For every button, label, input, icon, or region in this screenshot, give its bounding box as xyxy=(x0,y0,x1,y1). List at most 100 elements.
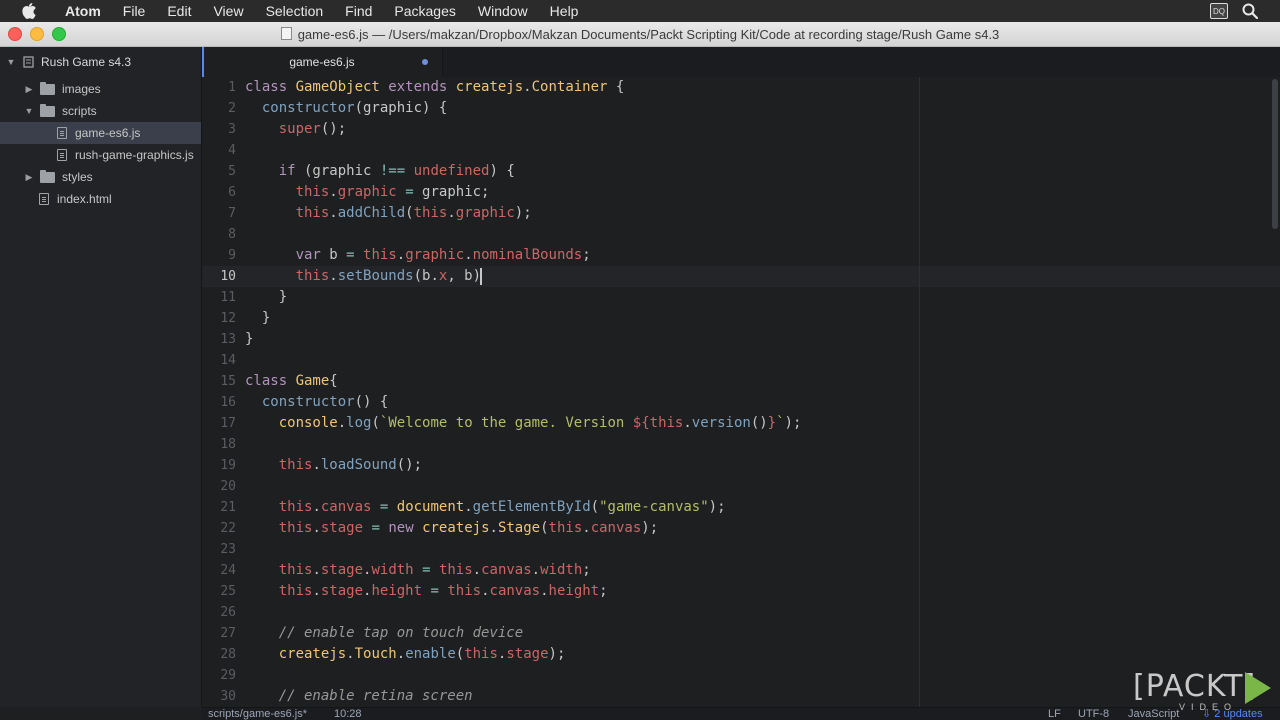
menu-help[interactable]: Help xyxy=(539,0,590,22)
wrap-guide xyxy=(919,77,920,707)
code-token: addChild xyxy=(337,205,406,221)
status-cursor-position[interactable]: 10:28 xyxy=(334,708,362,720)
code-token: { xyxy=(607,79,625,95)
menu-find[interactable]: Find xyxy=(334,0,383,22)
code-line[interactable]: constructor(graphic) { xyxy=(245,98,447,119)
vertical-scrollbar[interactable] xyxy=(1270,77,1280,707)
code-token: (graphic) { xyxy=(354,100,448,116)
line-number: 17 xyxy=(220,416,236,431)
code-token: stage xyxy=(320,520,364,536)
status-encoding[interactable]: UTF-8 xyxy=(1078,708,1109,720)
tree-folder-images[interactable]: ▶ images xyxy=(0,78,201,100)
modified-indicator-icon[interactable] xyxy=(422,59,428,65)
menu-atom[interactable]: Atom xyxy=(54,0,112,22)
spotlight-search-icon[interactable] xyxy=(1242,3,1258,19)
code-token: ( xyxy=(590,499,600,515)
code-line[interactable]: this.graphic = graphic; xyxy=(245,182,490,203)
code-token: stage xyxy=(320,562,364,578)
scrollbar-thumb[interactable] xyxy=(1272,79,1278,229)
code-line[interactable]: this.canvas = document.getElementById("g… xyxy=(245,497,726,518)
code-editor[interactable]: 1 2 3 4 5 6 7 8 9 10 11 12 13 14 15 16 1… xyxy=(202,77,1280,707)
code-token: ( xyxy=(455,646,465,662)
code-token: ( xyxy=(405,205,414,221)
status-file-path[interactable]: scripts/game-es6.js* xyxy=(208,708,307,720)
code-token: constructor xyxy=(261,394,355,410)
menu-view[interactable]: View xyxy=(202,0,254,22)
dq-status-icon[interactable]: DQ xyxy=(1210,3,1228,19)
status-bar: scripts/game-es6.js* 10:28 LF UTF-8 Java… xyxy=(202,707,1280,720)
menu-packages[interactable]: Packages xyxy=(383,0,466,22)
menu-edit[interactable]: Edit xyxy=(156,0,202,22)
line-number-gutter[interactable]: 1 2 3 4 5 6 7 8 9 10 11 12 13 14 15 16 1… xyxy=(202,77,236,707)
code-line[interactable]: this.stage.width = this.canvas.width; xyxy=(245,560,591,581)
code-line[interactable]: this.setBounds(b.x, b) xyxy=(245,266,481,287)
tree-file-game-es6[interactable]: game-es6.js xyxy=(0,122,201,144)
code-token: createjs xyxy=(422,520,490,536)
line-number: 28 xyxy=(220,647,236,662)
folder-open-icon xyxy=(40,103,55,117)
code-token: this xyxy=(363,247,397,263)
code-token: getElementById xyxy=(472,499,591,515)
code-line[interactable]: // enable retina screen xyxy=(245,686,473,707)
status-line-ending[interactable]: LF xyxy=(1048,708,1061,720)
code-line[interactable]: if (graphic !== undefined) { xyxy=(245,161,515,182)
code-line[interactable]: createjs.Touch.enable(this.stage); xyxy=(245,644,566,665)
tree-file-rush-game-graphics[interactable]: rush-game-graphics.js xyxy=(0,144,201,166)
code-line[interactable]: } xyxy=(245,287,287,308)
code-line[interactable]: } xyxy=(245,329,253,350)
zoom-window-button[interactable] xyxy=(52,27,66,41)
code-token: graphic xyxy=(455,205,515,221)
code-line[interactable]: this.loadSound(); xyxy=(245,455,422,476)
code-token: constructor xyxy=(261,100,355,116)
code-token: ); xyxy=(708,499,726,515)
tree-file-index-html[interactable]: index.html xyxy=(0,188,201,210)
tree-label: images xyxy=(62,82,101,96)
tree-project-root[interactable]: ▼ Rush Game s4.3 xyxy=(0,51,201,73)
apple-icon[interactable] xyxy=(20,2,38,20)
code-line[interactable]: } xyxy=(245,308,270,329)
text-cursor xyxy=(480,268,482,285)
code-line[interactable]: this.addChild(this.graphic); xyxy=(245,203,532,224)
line-number: 23 xyxy=(220,542,236,557)
line-number: 7 xyxy=(228,206,236,221)
menu-window[interactable]: Window xyxy=(467,0,539,22)
code-token: height xyxy=(548,583,600,599)
code-token: . xyxy=(540,583,549,599)
code-line[interactable]: // enable tap on touch device xyxy=(245,623,523,644)
code-token: . xyxy=(582,520,591,536)
menu-selection[interactable]: Selection xyxy=(255,0,335,22)
tree-folder-scripts[interactable]: ▼ scripts xyxy=(0,100,201,122)
chevron-down-icon: ▼ xyxy=(6,57,16,67)
code-token: version xyxy=(691,415,751,431)
code-token: "game-canvas" xyxy=(599,499,709,515)
folder-icon xyxy=(40,169,55,183)
chevron-down-icon: ▼ xyxy=(24,106,34,116)
code-token: // enable retina screen xyxy=(245,688,473,704)
tree-folder-styles[interactable]: ▶ styles xyxy=(0,166,201,188)
line-number: 30 xyxy=(220,689,236,704)
minimize-window-button[interactable] xyxy=(30,27,44,41)
line-number: 3 xyxy=(228,122,236,137)
code-line[interactable]: this.stage.height = this.canvas.height; xyxy=(245,581,608,602)
close-window-button[interactable] xyxy=(8,27,22,41)
packt-video-watermark: [PACKT] VIDEO xyxy=(1133,668,1273,716)
code-line[interactable]: super(); xyxy=(245,119,346,140)
tree-label: rush-game-graphics.js xyxy=(75,148,194,162)
code-token: (graphic xyxy=(295,163,380,179)
code-line[interactable]: class GameObject extends createjs.Contai… xyxy=(245,77,624,98)
code-line[interactable]: class Game{ xyxy=(245,371,338,392)
code-line[interactable]: constructor() { xyxy=(245,392,388,413)
tree-label: game-es6.js xyxy=(75,126,141,140)
code-line[interactable]: console.log(`Welcome to the game. Versio… xyxy=(245,413,802,434)
code-line[interactable]: var b = this.graphic.nominalBounds; xyxy=(245,245,591,266)
code-token: canvas xyxy=(489,583,541,599)
tab-game-es6[interactable]: game-es6.js xyxy=(202,47,443,77)
menu-file[interactable]: File xyxy=(112,0,157,22)
code-token: } xyxy=(767,415,777,431)
code-line[interactable]: this.stage = new createjs.Stage(this.can… xyxy=(245,518,658,539)
